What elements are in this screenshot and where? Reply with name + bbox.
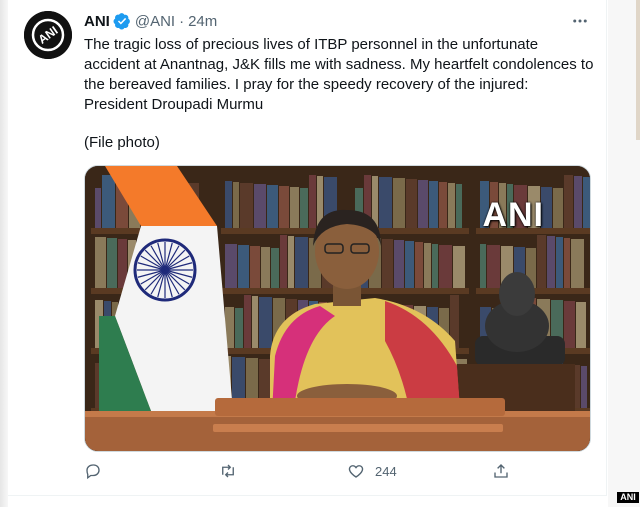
tweet-actions: 244 bbox=[84, 462, 524, 484]
retweet-button[interactable] bbox=[219, 462, 237, 480]
tweet-header: ANI @ANI · 24m bbox=[84, 11, 217, 31]
tweet-media-image[interactable]: ANI bbox=[84, 165, 591, 452]
reply-icon bbox=[86, 464, 100, 480]
adjacent-page-edge bbox=[636, 0, 640, 140]
share-icon bbox=[494, 464, 508, 478]
reply-button[interactable] bbox=[84, 462, 102, 480]
file-photo-note: (File photo) bbox=[84, 134, 160, 151]
tweet-card[interactable]: ANI ANI @ANI · 24m The tragic loss of pr… bbox=[8, 0, 607, 496]
tweet-text: The tragic loss of precious lives of ITB… bbox=[84, 35, 600, 115]
retweet-icon bbox=[222, 464, 234, 478]
tweet-body: The tragic loss of precious lives of ITB… bbox=[84, 36, 594, 113]
more-icon bbox=[573, 19, 587, 23]
like-count: 244 bbox=[375, 463, 397, 479]
like-button[interactable]: 244 bbox=[347, 462, 397, 480]
separator-dot: · bbox=[179, 12, 185, 30]
ani-logo-icon: ANI bbox=[24, 11, 72, 59]
page-left-edge bbox=[0, 0, 8, 507]
verified-badge-icon bbox=[113, 13, 130, 30]
heart-icon bbox=[348, 465, 364, 478]
share-button[interactable] bbox=[492, 462, 510, 480]
ani-watermark: ANI bbox=[482, 196, 544, 234]
avatar[interactable]: ANI bbox=[24, 11, 72, 59]
corner-ani-badge: ANI bbox=[617, 492, 639, 503]
more-options-button[interactable] bbox=[568, 11, 592, 31]
tweet-timestamp[interactable]: 24m bbox=[188, 13, 217, 30]
author-name[interactable]: ANI bbox=[84, 13, 110, 30]
author-handle[interactable]: @ANI bbox=[135, 13, 175, 30]
